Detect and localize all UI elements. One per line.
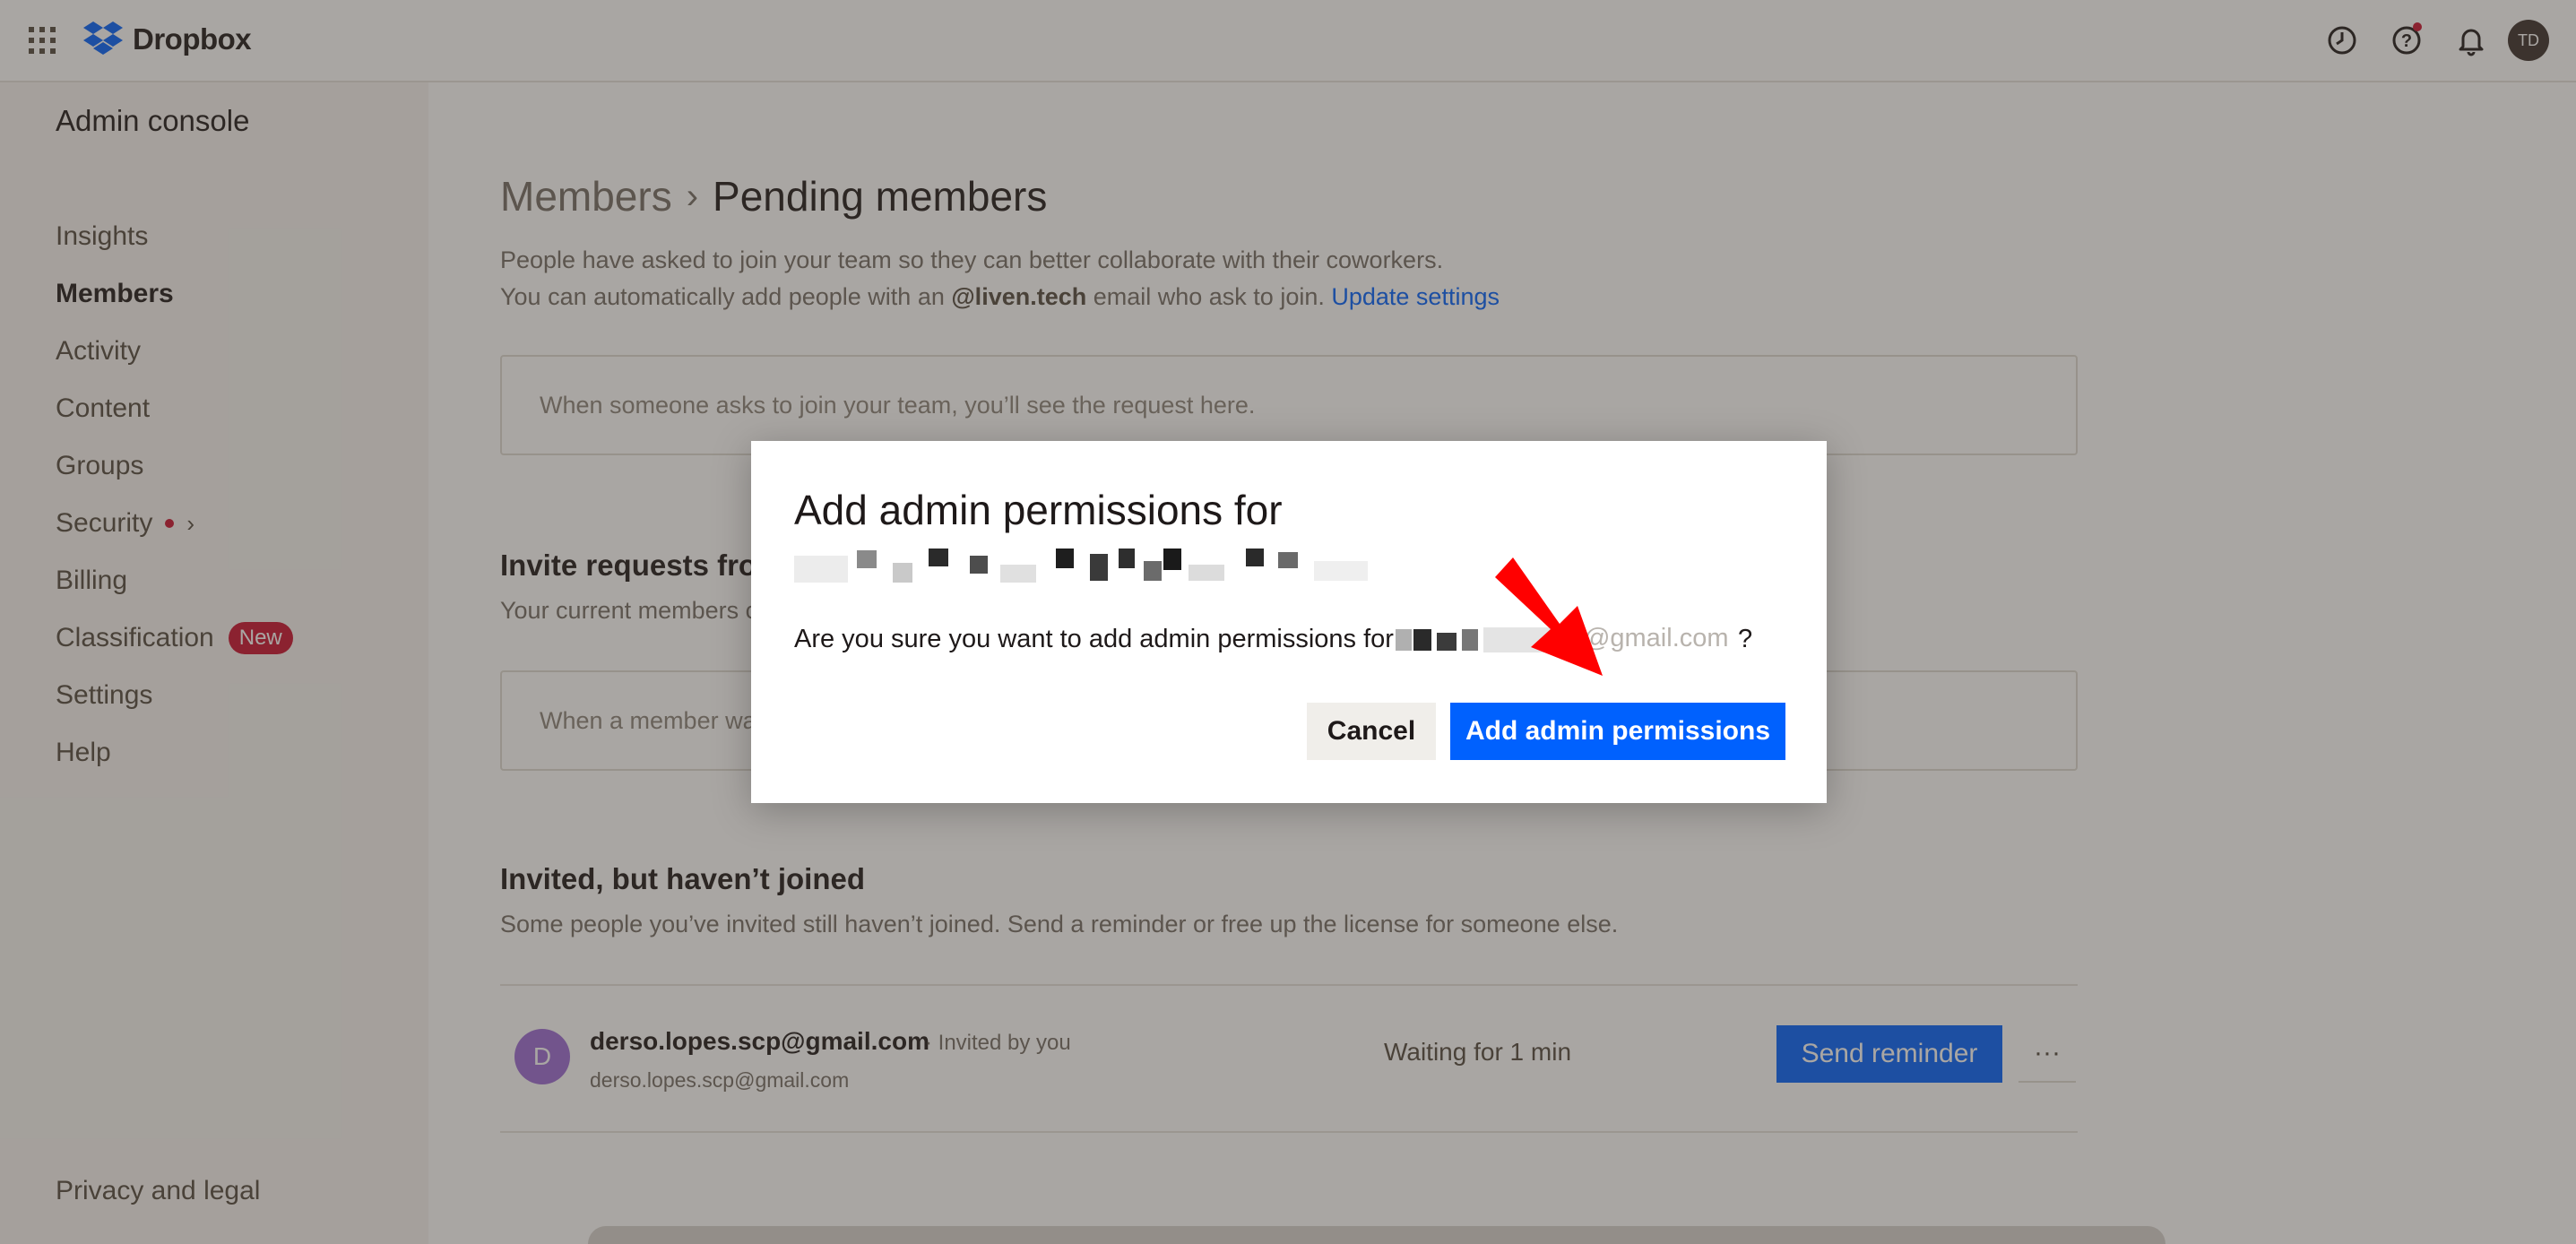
annotation-arrow-icon bbox=[1495, 557, 1603, 676]
cancel-button[interactable]: Cancel bbox=[1307, 703, 1436, 760]
add-admin-dialog: Add admin permissions for Are you sure y… bbox=[751, 441, 1827, 803]
dialog-message-text: Are you sure you want to add admin permi… bbox=[794, 624, 1394, 653]
redacted-email-pixelation bbox=[794, 545, 1368, 592]
dialog-message-end: ? bbox=[1737, 624, 1753, 653]
add-admin-permissions-button[interactable]: Add admin permissions bbox=[1450, 703, 1785, 760]
dialog-title: Add admin permissions for bbox=[794, 487, 1283, 533]
